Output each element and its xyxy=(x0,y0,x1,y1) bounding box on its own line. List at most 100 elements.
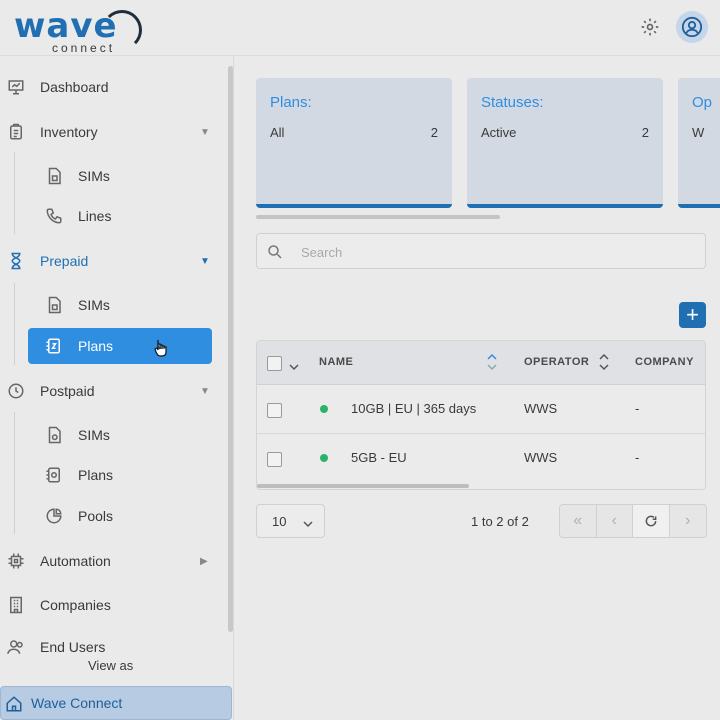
sidebar-item-companies[interactable]: Companies xyxy=(0,587,220,623)
sidebar-item-automation[interactable]: Automation ▶ xyxy=(0,543,220,579)
filter-card-statuses[interactable]: Statuses: Active 2 xyxy=(467,78,663,208)
table-header: NAME OPERATOR COMPANY xyxy=(257,341,705,385)
chevron-down-icon xyxy=(302,516,314,534)
plan-icon xyxy=(44,336,64,356)
cell-name: 10GB | EU | 365 days xyxy=(351,401,477,416)
column-header-company[interactable]: COMPANY xyxy=(635,356,694,368)
sidebar-item-label: Inventory xyxy=(40,124,98,140)
pie-icon xyxy=(44,506,64,526)
sidebar-item-label: Dashboard xyxy=(40,79,109,95)
sidebar-scrollbar[interactable] xyxy=(228,66,233,632)
cell-company: - xyxy=(635,450,640,465)
sidebar-item-label: Lines xyxy=(78,208,112,224)
row-checkbox[interactable] xyxy=(267,452,282,467)
sidebar-item-postpaid-sims[interactable]: SIMs xyxy=(28,417,212,453)
card-title: Plans: xyxy=(270,94,312,111)
sidebar-item-label: SIMs xyxy=(78,297,110,313)
sidebar-item-label: SIMs xyxy=(78,168,110,184)
tree-line xyxy=(14,412,15,534)
status-dot xyxy=(320,405,328,413)
home-icon xyxy=(5,695,23,718)
current-view-label: Wave Connect xyxy=(31,695,123,711)
add-plan-button[interactable]: + xyxy=(679,302,706,328)
first-page-icon[interactable]: « xyxy=(560,505,597,537)
sidebar-item-label: SIMs xyxy=(78,427,110,443)
sidebar-item-label: Automation xyxy=(40,553,111,569)
table-row[interactable]: 10GB | EU | 365 days WWS - xyxy=(257,385,705,434)
sidebar-item-inventory[interactable]: Inventory ▼ xyxy=(0,114,220,150)
clock-icon xyxy=(6,381,26,401)
sidebar-item-postpaid[interactable]: Postpaid ▼ xyxy=(0,373,220,409)
pagination-controls: « ‹ › xyxy=(559,504,707,538)
previous-page-icon[interactable]: ‹ xyxy=(597,505,633,537)
search-box xyxy=(256,233,706,269)
cards-scrollbar[interactable] xyxy=(256,215,500,219)
chevron-down-icon: ▼ xyxy=(200,255,210,267)
chevron-down-icon: ▼ xyxy=(200,126,210,138)
chevron-down-icon[interactable] xyxy=(289,358,299,376)
card-title: Op xyxy=(692,94,713,111)
refresh-icon[interactable] xyxy=(633,505,670,537)
cell-operator: WWS xyxy=(524,401,558,416)
column-header-name[interactable]: NAME xyxy=(319,356,353,368)
sidebar-item-label: Plans xyxy=(78,338,114,354)
card-row-label: Active xyxy=(481,125,517,140)
sort-icon[interactable] xyxy=(487,352,497,377)
sidebar-item-label: Plans xyxy=(78,467,114,483)
view-as-label: View as xyxy=(88,658,134,673)
next-page-icon[interactable]: › xyxy=(670,505,706,537)
status-dot xyxy=(320,454,328,462)
plans-table: NAME OPERATOR COMPANY 10GB | EU | 365 da… xyxy=(256,340,706,490)
presentation-icon xyxy=(6,77,26,97)
column-header-operator[interactable]: OPERATOR xyxy=(524,356,589,368)
sidebar-item-label: Pools xyxy=(78,508,114,524)
top-bar: wave connect xyxy=(0,0,720,56)
filter-card-plans[interactable]: Plans: All 2 xyxy=(256,78,452,208)
sort-icon[interactable] xyxy=(599,352,609,377)
card-row-count: 2 xyxy=(641,125,649,140)
search-input[interactable] xyxy=(301,242,681,262)
plan-icon xyxy=(44,465,64,485)
sidebar-item-dashboard[interactable]: Dashboard xyxy=(0,69,220,105)
chevron-down-icon: ▼ xyxy=(200,385,210,397)
hourglass-icon xyxy=(6,251,26,271)
sidebar-item-prepaid[interactable]: Prepaid ▼ xyxy=(0,243,220,279)
search-icon xyxy=(266,243,284,266)
page-size-value: 10 xyxy=(272,514,287,529)
select-all-checkbox[interactable] xyxy=(267,356,282,371)
sim-icon xyxy=(44,166,64,186)
view-as-selector[interactable]: Wave Connect xyxy=(0,686,232,720)
gear-icon[interactable] xyxy=(636,13,664,41)
sim-icon xyxy=(44,425,64,445)
cell-operator: WWS xyxy=(524,450,558,465)
sidebar-item-prepaid-sims[interactable]: SIMs xyxy=(28,287,212,323)
sidebar-item-postpaid-plans[interactable]: Plans xyxy=(28,457,212,493)
users-icon xyxy=(6,637,26,657)
sidebar-item-label: Postpaid xyxy=(40,383,95,399)
filter-card-operators[interactable]: Op W xyxy=(678,78,720,208)
user-circle-icon[interactable] xyxy=(676,11,708,43)
sidebar-item-label: Prepaid xyxy=(40,253,89,269)
sim-icon xyxy=(44,295,64,315)
sidebar-item-inventory-sims[interactable]: SIMs xyxy=(28,158,212,194)
sidebar-item-prepaid-plans[interactable]: Plans xyxy=(28,328,212,364)
card-title: Statuses: xyxy=(481,94,544,111)
hand-cursor-icon xyxy=(154,339,168,360)
tree-line xyxy=(14,283,15,365)
phone-icon xyxy=(44,206,64,226)
sidebar-item-label: End Users xyxy=(40,639,106,655)
wave-connect-logo[interactable]: wave connect xyxy=(14,8,142,55)
table-scrollbar[interactable] xyxy=(257,484,469,488)
sidebar-item-lines[interactable]: Lines xyxy=(28,198,212,234)
card-row-count: 2 xyxy=(430,125,438,140)
chip-icon xyxy=(6,551,26,571)
clipboard-icon xyxy=(6,122,26,142)
logo-subtext: connect xyxy=(52,41,116,55)
card-row-label: All xyxy=(270,125,285,140)
page-size-select[interactable]: 10 xyxy=(256,504,325,538)
pagination-range: 1 to 2 of 2 xyxy=(471,514,529,529)
row-checkbox[interactable] xyxy=(267,403,282,418)
cell-company: - xyxy=(635,401,640,416)
table-row[interactable]: 5GB - EU WWS - xyxy=(257,434,705,483)
sidebar-item-pools[interactable]: Pools xyxy=(28,498,212,534)
